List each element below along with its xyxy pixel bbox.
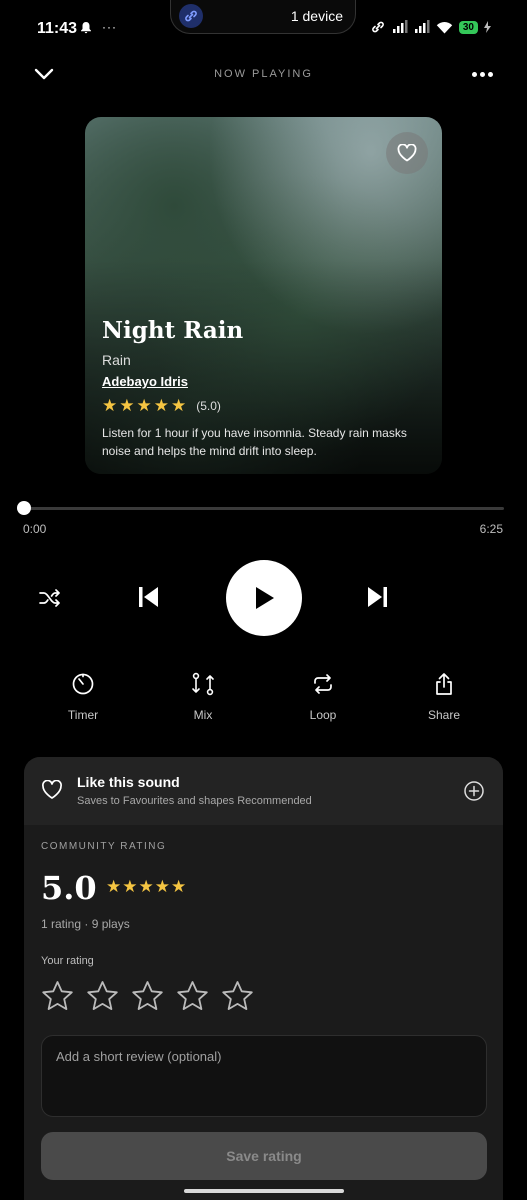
star-icon: ★ (122, 877, 138, 896)
link-icon (372, 21, 384, 33)
track-description: Listen for 1 hour if you have insomnia. … (102, 426, 407, 458)
share-button[interactable]: Share (404, 672, 484, 722)
star-outline-icon (132, 980, 163, 1010)
community-score: 5.0 (41, 869, 97, 907)
skip-previous-icon (139, 587, 158, 607)
add-circle-icon[interactable] (463, 780, 485, 807)
mix-icon (192, 672, 214, 696)
progress-track[interactable] (24, 507, 504, 510)
star-icon: ★ (153, 396, 169, 415)
time-duration: 6:25 (479, 522, 503, 536)
play-icon (256, 587, 274, 609)
timer-label: Timer (67, 708, 99, 722)
loop-button[interactable]: Loop (283, 672, 363, 722)
wifi-icon (436, 21, 453, 33)
timer-button[interactable]: Timer (43, 672, 123, 722)
player-header: NOW PLAYING (0, 60, 527, 90)
more-dots-icon: ··· (102, 20, 117, 34)
dynamic-island[interactable]: 1 device (170, 0, 356, 34)
home-indicator[interactable] (184, 1189, 344, 1193)
star-outline-icon (177, 980, 208, 1010)
rate-star-5[interactable] (221, 979, 254, 1012)
charging-icon (484, 21, 491, 33)
track-rating: ★ ★ ★ ★ ★ (5.0) (102, 397, 428, 414)
favorite-button[interactable] (386, 132, 428, 174)
like-sound-row[interactable]: Like this sound Saves to Favourites and … (24, 757, 503, 825)
review-textarea[interactable]: Add a short review (optional) (41, 1035, 487, 1117)
star-outline-icon (87, 980, 118, 1010)
track-artwork-card: Night Rain Rain Adebayo Idris ★ ★ ★ ★ ★ … (85, 117, 442, 474)
star-icon: ★ (138, 877, 154, 896)
more-horizontal-icon[interactable] (472, 72, 493, 77)
community-rating-label: COMMUNITY RATING (41, 841, 167, 852)
heart-icon (397, 144, 417, 162)
page-title: NOW PLAYING (214, 68, 313, 80)
star-icon: ★ (106, 877, 122, 896)
share-label: Share (427, 708, 461, 722)
track-rating-text: (5.0) (196, 398, 221, 413)
island-device-count: 1 device (290, 8, 343, 24)
link-icon (179, 4, 203, 28)
loop-icon (314, 674, 332, 694)
bell-icon (81, 21, 91, 33)
like-title: Like this sound (77, 774, 180, 790)
signal-icon (392, 20, 408, 33)
next-button[interactable] (364, 584, 390, 610)
community-stars: ★ ★ ★ ★ ★ (106, 877, 186, 897)
progress-knob[interactable] (17, 501, 31, 515)
battery-icon: 30 (458, 20, 478, 34)
like-subtitle: Saves to Favourites and shapes Recommend… (77, 795, 312, 807)
save-rating-button[interactable]: Save rating (41, 1132, 487, 1180)
star-icon: ★ (171, 396, 187, 415)
heart-icon (41, 779, 63, 805)
community-meta: 1 rating · 9 plays (41, 917, 130, 931)
rate-star-3[interactable] (131, 979, 164, 1012)
track-title: Night Rain (102, 317, 244, 344)
shuffle-button[interactable] (37, 586, 63, 610)
star-icon: ★ (154, 877, 170, 896)
loop-label: Loop (309, 708, 337, 722)
star-outline-icon (42, 980, 73, 1010)
play-button[interactable] (226, 560, 302, 636)
rate-star-2[interactable] (86, 979, 119, 1012)
review-placeholder: Add a short review (optional) (56, 1049, 222, 1064)
skip-next-icon (368, 587, 387, 607)
signal-icon (414, 20, 430, 33)
rating-sheet: Like this sound Saves to Favourites and … (24, 757, 503, 1200)
mix-label: Mix (193, 708, 213, 722)
your-rating-label: Your rating (41, 955, 94, 967)
save-rating-label: Save rating (226, 1148, 302, 1164)
star-icon: ★ (102, 396, 118, 415)
rate-star-1[interactable] (41, 979, 74, 1012)
share-icon (436, 673, 452, 695)
star-icon: ★ (171, 877, 187, 896)
status-time: 11:43 (37, 20, 78, 37)
previous-button[interactable] (136, 584, 162, 610)
star-icon: ★ (119, 396, 135, 415)
your-rating-stars (41, 979, 254, 1012)
rate-star-4[interactable] (176, 979, 209, 1012)
mix-button[interactable]: Mix (163, 672, 243, 722)
time-current: 0:00 (23, 522, 47, 536)
status-bar: 11:43 ··· 1 device 30 (0, 0, 527, 60)
timer-icon (72, 673, 94, 695)
star-outline-icon (222, 980, 253, 1010)
track-author-link[interactable]: Adebayo Idris (102, 374, 428, 389)
star-icon: ★ (136, 396, 152, 415)
shuffle-icon (39, 589, 60, 607)
track-category: Rain (102, 352, 131, 368)
